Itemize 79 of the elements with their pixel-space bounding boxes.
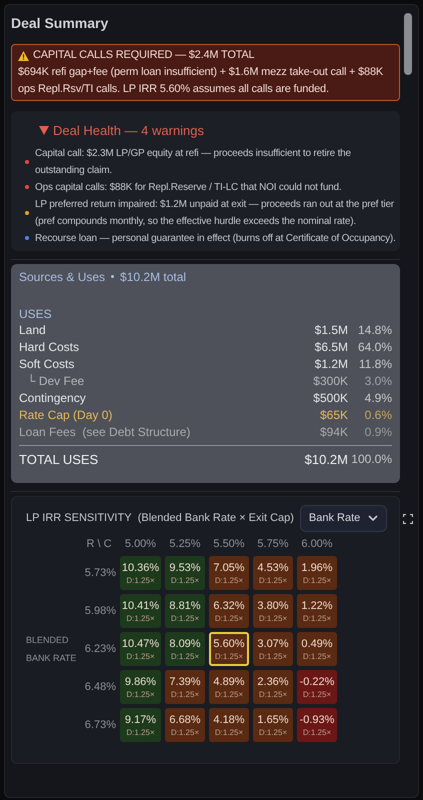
percent-value: 0.9% xyxy=(364,424,392,440)
uses-heading: USES xyxy=(19,306,53,322)
amount-value: $1.5M xyxy=(314,322,348,338)
row-label: Loan Fees (see Debt Structure) xyxy=(19,424,192,440)
row-label: Land xyxy=(19,322,47,338)
amount-value: $300K xyxy=(313,372,348,390)
amount-value: $6.5M xyxy=(314,338,348,356)
irr-cell[interactable]: 4.18% D:1.25× xyxy=(209,708,249,742)
column-header: 5.00% xyxy=(124,536,158,552)
irr-cell[interactable]: 10.36% D:1.25× xyxy=(120,556,161,590)
irr-cell[interactable]: 9.86% D:1.25× xyxy=(120,670,161,704)
bank-rate-select[interactable]: Bank Rate xyxy=(300,505,388,532)
irr-cell[interactable]: 3.80% D:1.25× xyxy=(253,594,293,628)
section-title: Sources & Uses xyxy=(19,268,106,286)
irr-cell[interactable]: -0.22% D:1.25× xyxy=(297,670,337,704)
total-amount: $10.2M total xyxy=(120,268,186,286)
row-header: 6.48% xyxy=(84,680,116,695)
irr-cell[interactable]: 5.60% D:1.25× xyxy=(209,632,249,666)
axis-label: BLENDED BANK RATE xyxy=(26,634,78,665)
irr-cell[interactable]: -0.93% D:1.25× xyxy=(297,708,337,742)
corner-label: R \ C xyxy=(85,536,113,552)
irr-cell[interactable]: 3.07% D:1.25× xyxy=(253,632,293,666)
column-header: 6.00% xyxy=(300,536,334,552)
irr-cell[interactable]: 8.81% D:1.25× xyxy=(165,594,205,628)
irr-cell[interactable]: 4.53% D:1.25× xyxy=(253,556,293,590)
row-label: Soft Costs xyxy=(19,356,76,372)
irr-cell[interactable]: 1.96% D:1.25× xyxy=(297,556,337,590)
row-header: 5.98% xyxy=(84,604,116,619)
amount-value: $10.2M xyxy=(304,450,348,468)
irr-cell[interactable]: 2.36% D:1.25× xyxy=(253,670,293,704)
panel-title: Deal Summary xyxy=(11,14,110,33)
row-header: 6.23% xyxy=(84,642,116,657)
percent-value: 4.9% xyxy=(364,390,392,406)
expand-icon[interactable] xyxy=(403,514,414,524)
irr-cell[interactable]: 9.53% D:1.25× xyxy=(165,556,205,590)
percent-value: 3.0% xyxy=(364,372,392,390)
scrollbar-thumb[interactable] xyxy=(404,13,412,75)
row-label: Contingency xyxy=(19,390,87,406)
warning-text: Ops capital calls: $88K for Repl.Reserve / TI-LC that NOI could not fund. xyxy=(35,180,342,194)
percent-value: 100.0% xyxy=(350,450,392,468)
row-header: 5.73% xyxy=(84,566,116,581)
deal-health-toggle[interactable]: Deal Health — 4 warnings xyxy=(25,121,204,140)
sensitivity-title: LP IRR SENSITIVITY (Blended Bank Rate × Exit Cap) xyxy=(26,511,294,526)
irr-cell[interactable]: 7.39% D:1.25× xyxy=(165,670,205,704)
warning-text: Capital call: $2.3M LP/GP equity at refi — proceeds insufficient to retire the outstanding claim. xyxy=(35,146,352,178)
irr-cell[interactable]: 9.17% D:1.25× xyxy=(120,708,161,742)
amount-value: $65K xyxy=(320,406,348,424)
irr-cell[interactable]: 7.05% D:1.25× xyxy=(209,556,249,590)
irr-cell[interactable]: 0.49% D:1.25× xyxy=(297,632,337,666)
column-header: 5.25% xyxy=(168,536,202,552)
column-header: 5.50% xyxy=(212,536,246,552)
row-label: └ Dev Fee xyxy=(27,372,86,390)
irr-cell[interactable]: 1.65% D:1.25× xyxy=(253,708,293,742)
alert-text: $694K refi gap+fee (perm loan insufficient) + $1.6M mezz take-out call + $88K ops Repl.Rsv/TI calls. LP IRR 5.60% assumes all calls are funded. xyxy=(18,65,384,97)
warning-text: LP preferred return impaired: $1.2M unpaid at exit — proceeds ran out at the pref tier (pref compounds monthly, so the effective hurdle exceeds the nominal rate). xyxy=(35,198,395,228)
amount-value: $1.2M xyxy=(314,356,348,372)
row-label: Rate Cap (Day 0) xyxy=(19,406,114,424)
percent-value: 11.8% xyxy=(358,356,392,372)
warning-icon xyxy=(18,50,29,60)
amount-value: $500K xyxy=(313,390,348,406)
irr-cell[interactable]: 6.32% D:1.25× xyxy=(209,594,249,628)
alert-heading: CAPITAL CALLS REQUIRED — $2.4M TOTAL xyxy=(33,48,254,63)
row-header: 6.73% xyxy=(84,718,116,733)
irr-cell[interactable]: 4.89% D:1.25× xyxy=(209,670,249,704)
row-label: TOTAL USES xyxy=(19,450,100,468)
irr-cell[interactable]: 6.68% D:1.25× xyxy=(165,708,205,742)
irr-cell[interactable]: 10.47% D:1.25× xyxy=(120,632,161,666)
chevron-down-icon xyxy=(368,515,378,522)
caret-icon xyxy=(39,126,49,136)
percent-value: 64.0% xyxy=(356,338,392,356)
irr-cell[interactable]: 10.41% D:1.25× xyxy=(120,594,161,628)
percent-value: 14.8% xyxy=(356,322,392,338)
irr-cell[interactable]: 1.22% D:1.25× xyxy=(297,594,337,628)
irr-cell[interactable]: 8.09% D:1.25× xyxy=(165,632,205,666)
warning-text: Recourse loan — personal guarantee in effect (burns off at Certificate of Occupancy). xyxy=(35,232,396,246)
amount-value: $94K xyxy=(320,424,348,440)
row-label: Hard Costs xyxy=(19,338,80,356)
percent-value: 0.6% xyxy=(364,406,392,424)
column-header: 5.75% xyxy=(256,536,290,552)
